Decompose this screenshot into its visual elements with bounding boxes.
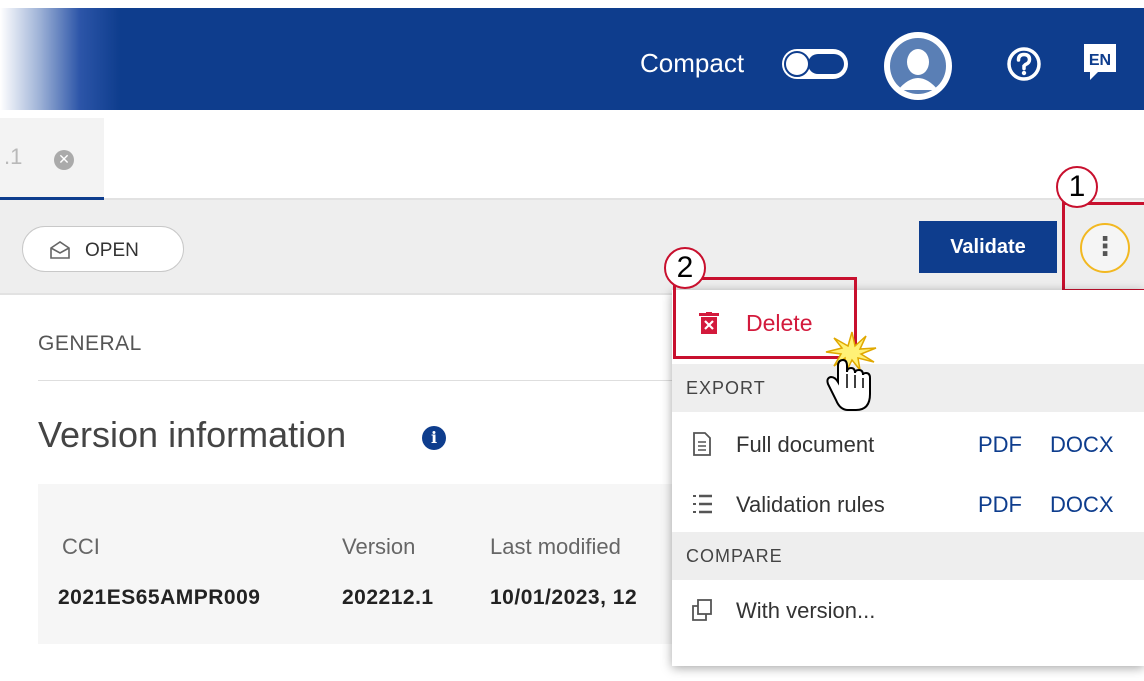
last-modified-value: 10/01/2023, 12 bbox=[490, 586, 638, 609]
language-icon[interactable]: EN bbox=[1080, 40, 1120, 84]
version-value: 202212.1 bbox=[342, 586, 434, 609]
page-title: Version information bbox=[38, 414, 347, 455]
info-icon[interactable]: i bbox=[422, 426, 446, 450]
tab-label: .1 bbox=[4, 144, 23, 169]
envelope-open-icon bbox=[50, 241, 70, 259]
callout-badge-1: 1 bbox=[1056, 166, 1098, 208]
full-document-docx-link[interactable]: DOCX bbox=[1050, 432, 1114, 458]
validation-rules-pdf-link[interactable]: PDF bbox=[978, 492, 1022, 518]
export-heading: EXPORT bbox=[672, 364, 1144, 412]
close-circle-icon[interactable]: ✕ bbox=[54, 150, 74, 170]
toggle-knob bbox=[784, 51, 810, 77]
document-tab[interactable]: .1 ✕ bbox=[0, 118, 104, 200]
full-document-pdf-link[interactable]: PDF bbox=[978, 432, 1022, 458]
section-divider bbox=[38, 380, 678, 381]
menu-item-with-version[interactable]: With version... bbox=[736, 598, 875, 624]
column-header-cci: CCI bbox=[62, 534, 100, 559]
document-icon bbox=[693, 432, 711, 456]
tab-strip: .1 ✕ bbox=[0, 110, 1144, 200]
compare-heading-label: COMPARE bbox=[686, 546, 783, 566]
compare-heading: COMPARE bbox=[672, 532, 1144, 580]
column-header-version: Version bbox=[342, 534, 416, 559]
export-heading-label: EXPORT bbox=[686, 378, 766, 398]
section-label: GENERAL bbox=[38, 332, 142, 355]
list-icon bbox=[693, 494, 712, 514]
toggle-track bbox=[808, 54, 844, 74]
copy-icon bbox=[692, 599, 712, 621]
column-header-last-modified: Last modified bbox=[490, 534, 621, 559]
menu-item-validation-rules: Validation rules bbox=[736, 492, 885, 517]
user-icon bbox=[885, 33, 951, 99]
help-icon[interactable] bbox=[1006, 46, 1042, 82]
cci-value: 2021ES65AMPR009 bbox=[58, 586, 261, 609]
top-bar: Compact EN bbox=[0, 8, 1144, 110]
compact-label: Compact bbox=[640, 48, 745, 78]
callout-highlight-1 bbox=[1062, 202, 1144, 292]
lang-code: EN bbox=[1089, 52, 1111, 69]
toolbar: OPEN Validate ⋮ bbox=[0, 200, 1144, 295]
user-avatar[interactable] bbox=[884, 32, 952, 100]
menu-item-full-document: Full document bbox=[736, 432, 875, 457]
status-text: OPEN bbox=[85, 240, 139, 261]
version-panel bbox=[38, 484, 678, 644]
compact-toggle[interactable] bbox=[782, 49, 848, 79]
validation-rules-docx-link[interactable]: DOCX bbox=[1050, 492, 1114, 518]
status-badge: OPEN bbox=[22, 226, 184, 272]
callout-badge-2: 2 bbox=[664, 247, 706, 289]
hand-cursor-icon bbox=[825, 331, 877, 411]
validate-button[interactable]: Validate bbox=[919, 221, 1057, 273]
